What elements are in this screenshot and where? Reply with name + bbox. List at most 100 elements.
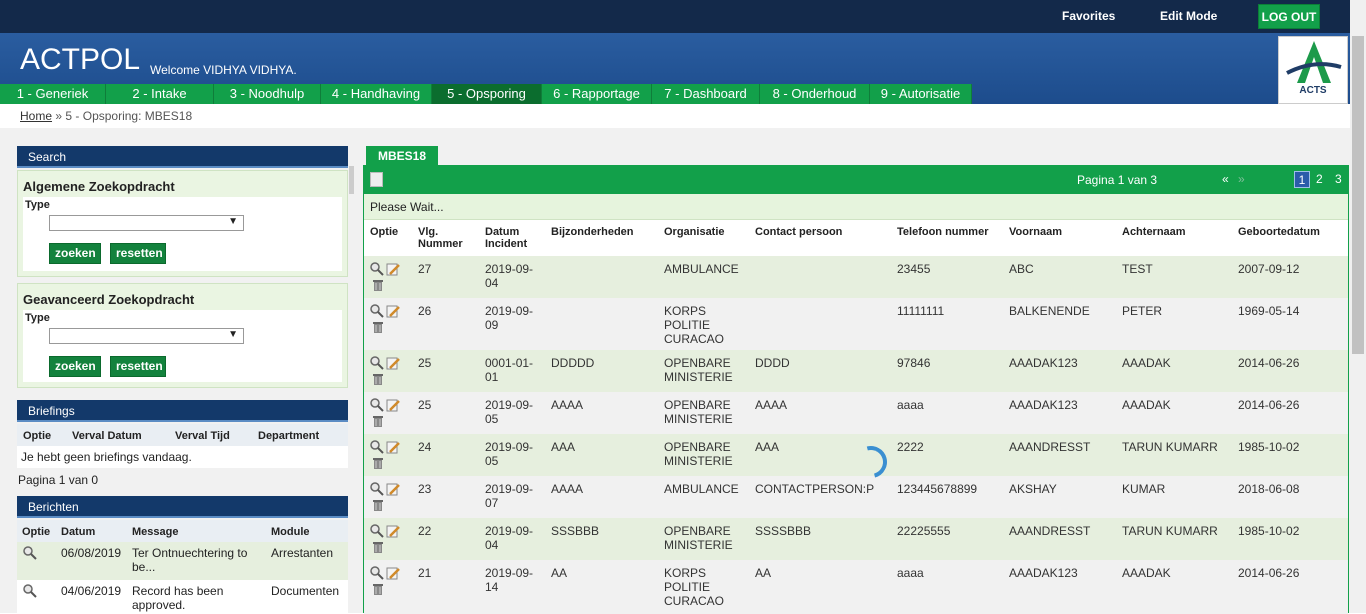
view-icon[interactable] — [370, 524, 384, 538]
table-row[interactable]: 25 2019-09-05 AAAA OPENBARE MINISTERIE AAAA a… — [364, 392, 1348, 434]
col-geboortedatum: Geboortedatum — [1238, 226, 1320, 238]
row-date: 2019-09-04 — [485, 262, 534, 290]
favorites-link[interactable]: Favorites — [1062, 9, 1115, 23]
delete-icon[interactable] — [371, 456, 385, 470]
nav-tab-autorisatie[interactable]: 9 - Autorisatie — [870, 84, 972, 104]
briefings-table-header: Optie Verval Datum Verval Tijd Departmen… — [17, 424, 348, 446]
message-row[interactable]: 04/06/2019 Record has been approved. Doc… — [17, 580, 348, 613]
nav-tab-handhaving[interactable]: 4 - Handhaving — [321, 84, 432, 104]
nav-tab-dashboard[interactable]: 7 - Dashboard — [652, 84, 760, 104]
prev-page-link[interactable]: « — [1222, 172, 1229, 186]
edit-icon[interactable] — [386, 482, 400, 496]
view-icon[interactable] — [370, 566, 384, 580]
nav-tab-opsporing[interactable]: 5 - Opsporing — [432, 84, 542, 104]
row-date: 2019-09-05 — [485, 440, 534, 468]
scrollbar-thumb[interactable] — [1352, 36, 1364, 354]
nav-tab-onderhoud[interactable]: 8 - Onderhoud — [760, 84, 870, 104]
row-date: 2019-09-04 — [485, 524, 534, 552]
table-row[interactable]: 23 2019-09-07 AAAA AMBULANCE CONTACTPERSON:P… — [364, 476, 1348, 518]
message-date: 04/06/2019 — [61, 584, 122, 598]
document-icon[interactable] — [370, 172, 383, 187]
row-date: 0001-01-01 — [485, 356, 534, 384]
delete-icon[interactable] — [371, 278, 385, 292]
magnifier-icon[interactable] — [23, 584, 37, 598]
edit-icon[interactable] — [386, 524, 400, 538]
nav-tab-intake[interactable]: 2 - Intake — [106, 84, 214, 104]
next-page-link[interactable]: » — [1238, 172, 1245, 186]
briefings-table: Optie Verval Datum Verval Tijd Departmen… — [17, 424, 348, 490]
basic-search-button[interactable]: zoeken — [49, 243, 101, 264]
view-icon[interactable] — [370, 398, 384, 412]
row-number: 21 — [418, 566, 432, 580]
nav-tab-noodhulp[interactable]: 3 - Noodhulp — [214, 84, 321, 104]
nav-tab-generiek[interactable]: 1 - Generiek — [0, 84, 106, 104]
view-icon[interactable] — [370, 304, 384, 318]
view-icon[interactable] — [370, 262, 384, 276]
row-birthdate: 2018-06-08 — [1238, 482, 1300, 496]
table-row[interactable]: 27 2019-09-04 AMBULANCE 23455 ABC TEST 2007-09… — [364, 256, 1348, 298]
row-birthdate: 2014-06-26 — [1238, 398, 1300, 412]
welcome-text: Welcome VIDHYA VIDHYA. — [150, 63, 297, 77]
advanced-search-button[interactable]: zoeken — [49, 356, 101, 377]
table-row[interactable]: 25 0001-01-01 DDDDD OPENBARE MINISTERIE DDDD… — [364, 350, 1348, 392]
row-number: 24 — [418, 440, 432, 454]
col-optie: Optie — [23, 430, 52, 442]
table-row[interactable]: 22 2019-09-04 SSSBBB OPENBARE MINISTERIE SSS… — [364, 518, 1348, 560]
row-date: 2019-09-14 — [485, 566, 534, 594]
row-number: 25 — [418, 356, 432, 370]
edit-icon[interactable] — [386, 566, 400, 580]
edit-icon[interactable] — [386, 440, 400, 454]
row-organisation: KORPS POLITIE CURACAO — [664, 304, 725, 346]
view-icon[interactable] — [370, 356, 384, 370]
advanced-type-label: Type — [25, 312, 50, 324]
view-icon[interactable] — [370, 482, 384, 496]
col-contact-persoon: Contact persoon — [755, 226, 843, 238]
edit-mode-link[interactable]: Edit Mode — [1160, 9, 1217, 23]
advanced-reset-button[interactable]: resetten — [110, 356, 166, 377]
nav-tab-rapportage[interactable]: 6 - Rapportage — [542, 84, 652, 104]
row-organisation: AMBULANCE — [664, 262, 739, 276]
table-row[interactable]: 26 2019-09-09 KORPS POLITIE CURACAO 1111111… — [364, 298, 1348, 350]
message-date: 06/08/2019 — [61, 546, 122, 560]
row-contact: SSSSBBB — [755, 524, 812, 538]
delete-icon[interactable] — [371, 498, 385, 512]
col-module: Module — [271, 526, 310, 538]
top-bar: Favorites Edit Mode LOG OUT — [0, 0, 1366, 33]
basic-reset-button[interactable]: resetten — [110, 243, 166, 264]
row-contact: AAAA — [755, 398, 788, 412]
row-first-name: AAADAK123 — [1009, 356, 1078, 370]
row-details: AAA — [551, 440, 576, 454]
results-toolbar: Pagina 1 van 3 « » 1 2 3 — [364, 166, 1348, 194]
tab-mbes18[interactable]: MBES18 — [366, 146, 438, 166]
page-2-link[interactable]: 2 — [1316, 172, 1323, 186]
edit-icon[interactable] — [386, 398, 400, 412]
delete-icon[interactable] — [371, 372, 385, 386]
basic-search-title: Algemene Zoekopdracht — [23, 179, 175, 194]
row-phone: 97846 — [897, 356, 931, 370]
edit-icon[interactable] — [386, 262, 400, 276]
delete-icon[interactable] — [371, 320, 385, 334]
page-3-link[interactable]: 3 — [1335, 172, 1342, 186]
advanced-type-select[interactable]: ▼ — [49, 328, 244, 344]
logout-button[interactable]: LOG OUT — [1258, 4, 1320, 29]
view-icon[interactable] — [370, 440, 384, 454]
page-1-link[interactable]: 1 — [1294, 171, 1310, 188]
row-details: AAAA — [551, 482, 584, 496]
collapse-handle[interactable] — [349, 166, 354, 194]
message-row[interactable]: 06/08/2019 Ter Ontnuechtering to be... A… — [17, 542, 348, 580]
row-first-name: AKSHAY — [1009, 482, 1057, 496]
dropdown-arrow-icon: ▼ — [228, 329, 238, 340]
breadcrumb-home[interactable]: Home — [20, 109, 52, 123]
table-row[interactable]: 21 2019-09-14 AA KORPS POLITIE CURACAO AA aaa… — [364, 560, 1348, 614]
breadcrumb-separator: » — [55, 109, 63, 123]
row-last-name: KUMAR — [1122, 482, 1166, 496]
delete-icon[interactable] — [371, 414, 385, 428]
row-organisation: KORPS POLITIE CURACAO — [664, 566, 725, 608]
edit-icon[interactable] — [386, 356, 400, 370]
magnifier-icon[interactable] — [23, 546, 37, 560]
delete-icon[interactable] — [371, 582, 385, 596]
basic-type-select[interactable]: ▼ — [49, 215, 244, 231]
dropdown-arrow-icon: ▼ — [228, 216, 238, 227]
delete-icon[interactable] — [371, 540, 385, 554]
edit-icon[interactable] — [386, 304, 400, 318]
